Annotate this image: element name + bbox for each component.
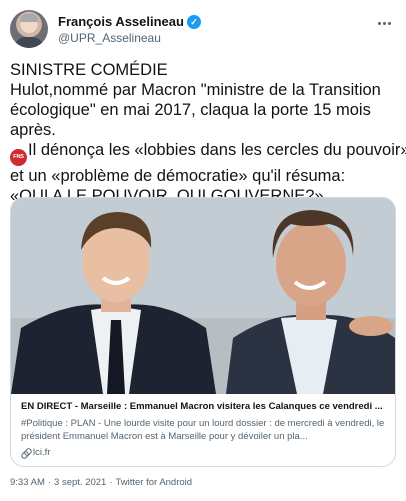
avatar[interactable] xyxy=(10,10,48,48)
link-icon xyxy=(21,448,30,457)
card-domain-text[interactable]: lci.fr xyxy=(33,447,50,458)
author-name[interactable]: François Asselineau xyxy=(58,14,184,29)
tweet-line: SINISTRE COMÉDIE xyxy=(10,61,168,79)
tweet: François Asselineau ✓ @UPR_Asselineau SI… xyxy=(0,0,406,501)
fns-sign-icon: FNS xyxy=(10,149,27,166)
card-title[interactable]: EN DIRECT - Marseille : Emmanuel Macron … xyxy=(21,401,385,415)
tweet-date[interactable]: 3 sept. 2021 xyxy=(54,477,106,488)
tweet-line: et un «problème de démocratie» qu'il rés… xyxy=(10,167,346,185)
card-meta[interactable]: EN DIRECT - Marseille : Emmanuel Macron … xyxy=(11,394,395,458)
more-options-icon[interactable] xyxy=(372,14,396,32)
tweet-time[interactable]: 9:33 AM xyxy=(10,477,45,488)
card-domain[interactable]: lci.fr xyxy=(21,447,385,458)
link-preview-card[interactable]: EN DIRECT - Marseille : Emmanuel Macron … xyxy=(10,197,396,467)
tweet-line: écologique" en mai 2017, claqua la porte… xyxy=(10,101,371,119)
tweet-source[interactable]: Twitter for Android xyxy=(116,477,193,488)
avatar-suit xyxy=(14,37,44,48)
card-image[interactable] xyxy=(11,198,395,394)
card-description[interactable]: #Politique : PLAN - Une lourde visite po… xyxy=(21,417,385,443)
verified-badge-icon: ✓ xyxy=(186,14,201,29)
card-photo xyxy=(11,198,395,394)
author-name-line[interactable]: François Asselineau ✓ xyxy=(58,13,201,30)
tweet-line: Hulot,nommé par Macron "ministre de la T… xyxy=(10,81,381,99)
tweet-line-with-emoji: FNS Il dénonça les «lobbies dans les cerc… xyxy=(10,140,406,166)
tweet-header: François Asselineau ✓ @UPR_Asselineau xyxy=(10,10,396,50)
tweet-text: SINISTRE COMÉDIE Hulot,nommé par Macron … xyxy=(10,60,406,206)
footer-separator: · xyxy=(109,477,113,488)
tweet-line: après. xyxy=(10,121,56,139)
tweet-footer: 9:33 AM · 3 sept. 2021 · Twitter for Android xyxy=(10,477,192,488)
author-handle[interactable]: @UPR_Asselineau xyxy=(58,31,161,45)
tweet-line: Il dénonça les «lobbies dans les cercles… xyxy=(28,141,406,159)
footer-separator: · xyxy=(47,477,52,488)
avatar-hair xyxy=(20,14,38,22)
